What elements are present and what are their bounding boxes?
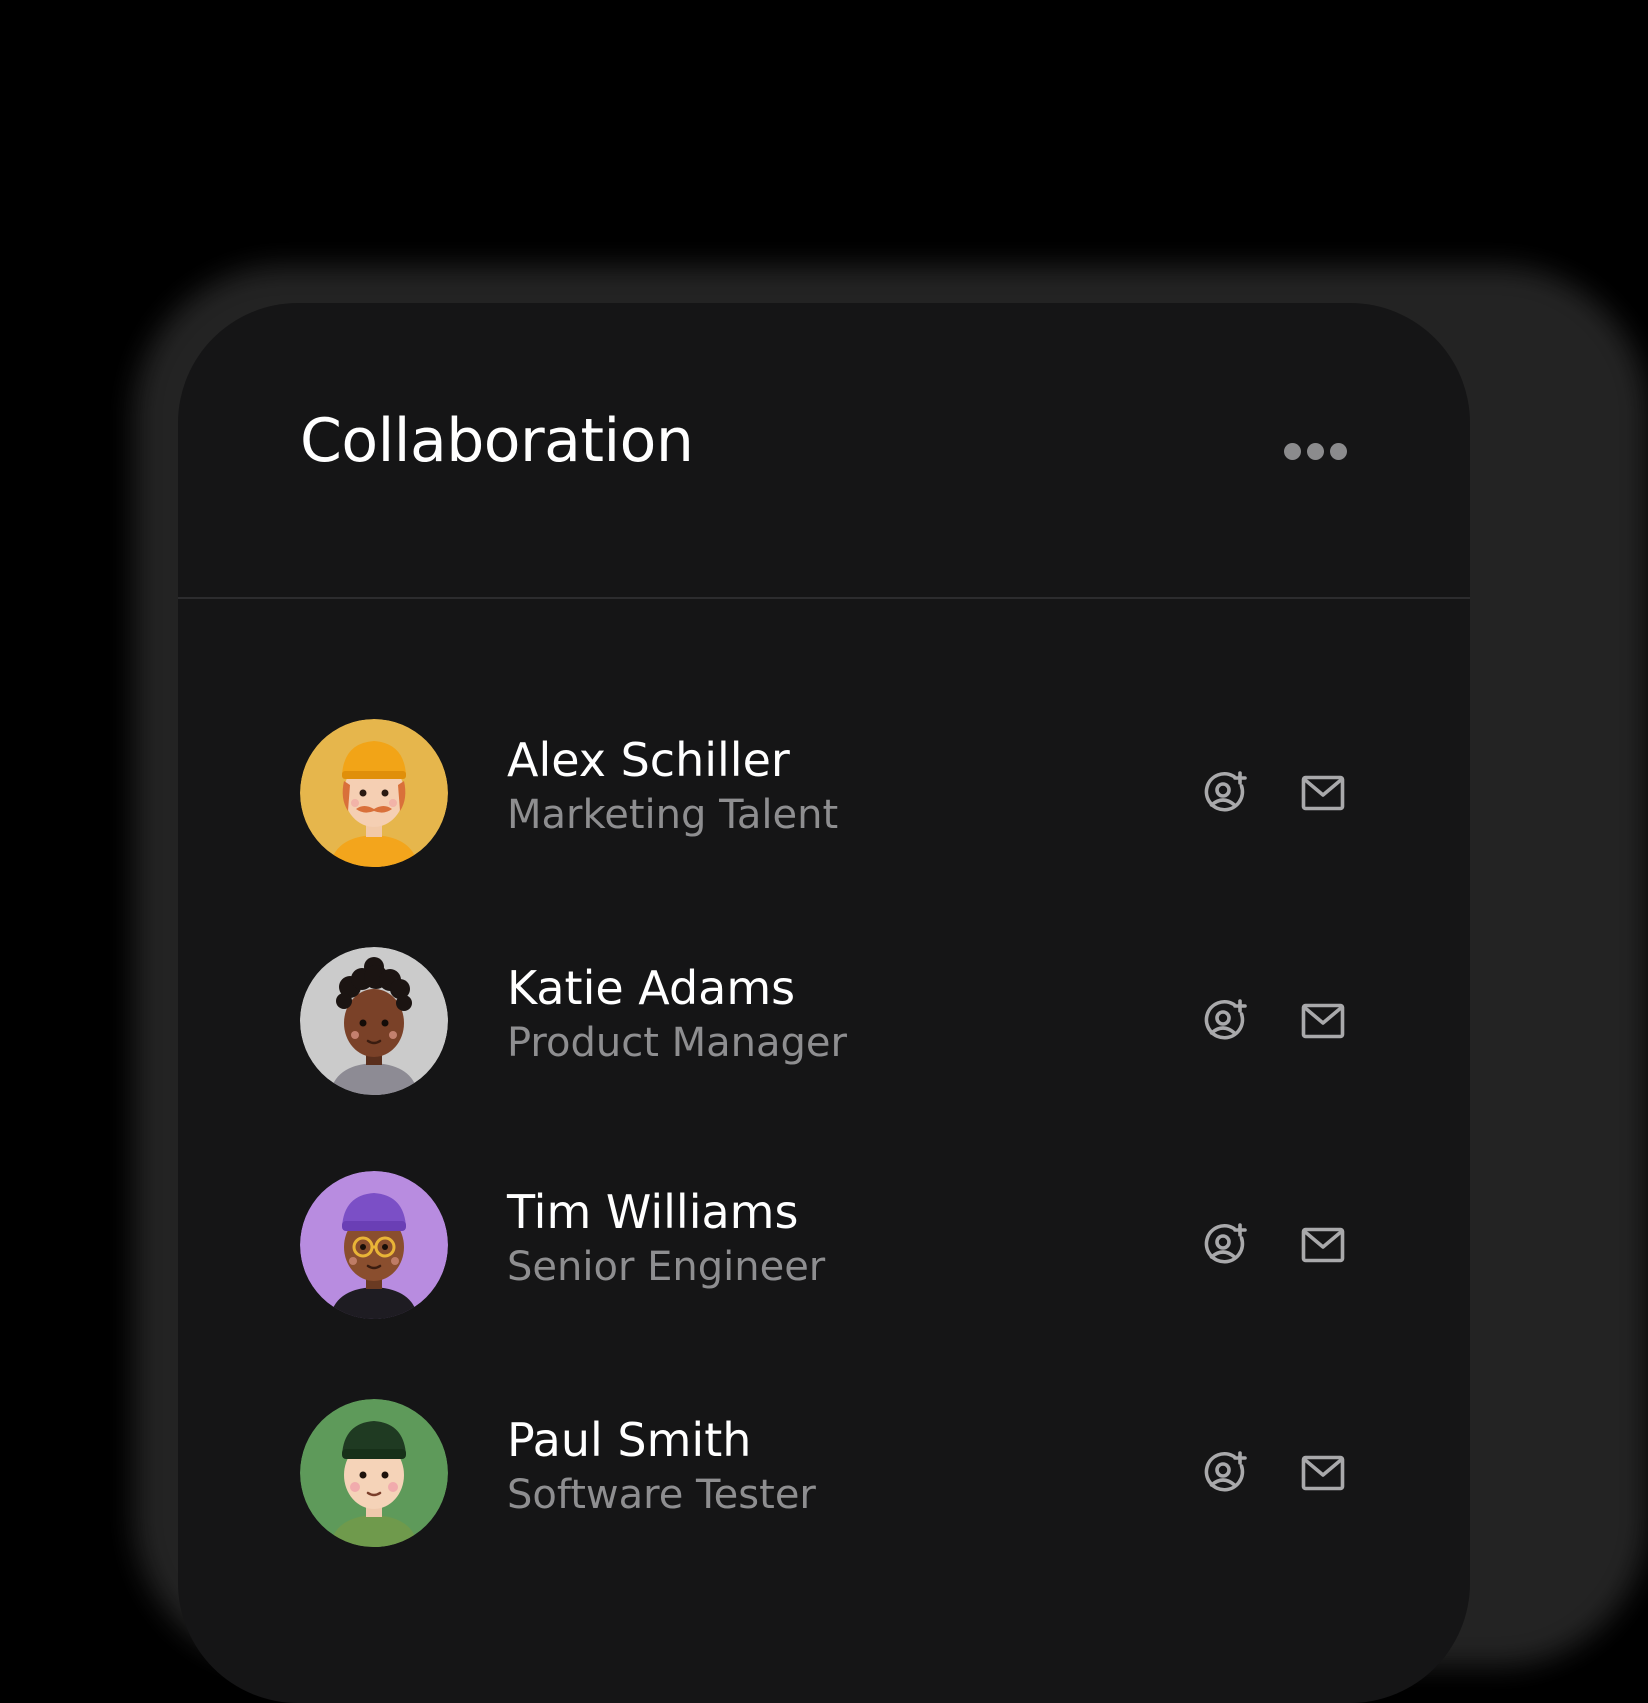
person-role: Software Tester <box>507 1472 816 1518</box>
add-user-button[interactable] <box>1195 991 1255 1051</box>
send-email-button[interactable] <box>1293 763 1353 823</box>
avatar <box>300 947 448 1095</box>
avatar-purple-beanie-glasses-icon <box>300 1171 448 1319</box>
person-name: Alex Schiller <box>507 733 790 787</box>
list-item: Katie Adams Product Manager <box>300 947 1360 1095</box>
list-item: Alex Schiller Marketing Talent <box>300 719 1360 867</box>
mail-icon <box>1301 1003 1345 1039</box>
add-user-button[interactable] <box>1195 1215 1255 1275</box>
add-user-button[interactable] <box>1195 1443 1255 1503</box>
mail-icon <box>1301 1227 1345 1263</box>
panel-title: Collaboration <box>300 406 694 476</box>
avatar <box>300 1399 448 1547</box>
avatar-curly-hair-icon <box>300 947 448 1095</box>
list-item: Paul Smith Software Tester <box>300 1399 1360 1547</box>
more-horizontal-icon <box>1329 442 1347 460</box>
add-user-icon <box>1204 1451 1247 1492</box>
send-email-button[interactable] <box>1293 991 1353 1051</box>
more-horizontal-icon <box>1306 442 1324 460</box>
send-email-button[interactable] <box>1293 1443 1353 1503</box>
avatar <box>300 719 448 867</box>
list-item: Tim Williams Senior Engineer <box>300 1171 1360 1319</box>
add-user-button[interactable] <box>1195 763 1255 823</box>
panel-header: Collaboration <box>178 303 1470 599</box>
mail-icon <box>1301 1455 1345 1491</box>
person-info: Alex Schiller Marketing Talent <box>507 737 838 835</box>
avatar-green-beanie-icon <box>300 1399 448 1547</box>
add-user-icon <box>1204 771 1247 812</box>
add-user-icon <box>1204 1223 1247 1264</box>
person-name: Tim Williams <box>507 1185 799 1239</box>
person-role: Marketing Talent <box>507 792 839 838</box>
person-name: Katie Adams <box>507 961 796 1015</box>
more-horizontal-icon <box>1283 442 1301 460</box>
person-role: Senior Engineer <box>507 1244 826 1290</box>
mail-icon <box>1301 775 1345 811</box>
person-role: Product Manager <box>507 1020 847 1066</box>
avatar <box>300 1171 448 1319</box>
send-email-button[interactable] <box>1293 1215 1353 1275</box>
collaboration-panel: Collaboration Alex Schiller Marketing Ta… <box>178 303 1470 1703</box>
person-info: Tim Williams Senior Engineer <box>507 1189 825 1287</box>
person-info: Katie Adams Product Manager <box>507 965 847 1063</box>
avatar-yellow-cap-icon <box>300 719 448 867</box>
more-options-button[interactable] <box>1270 431 1360 471</box>
add-user-icon <box>1204 999 1247 1040</box>
person-info: Paul Smith Software Tester <box>507 1417 816 1515</box>
person-name: Paul Smith <box>507 1413 752 1467</box>
